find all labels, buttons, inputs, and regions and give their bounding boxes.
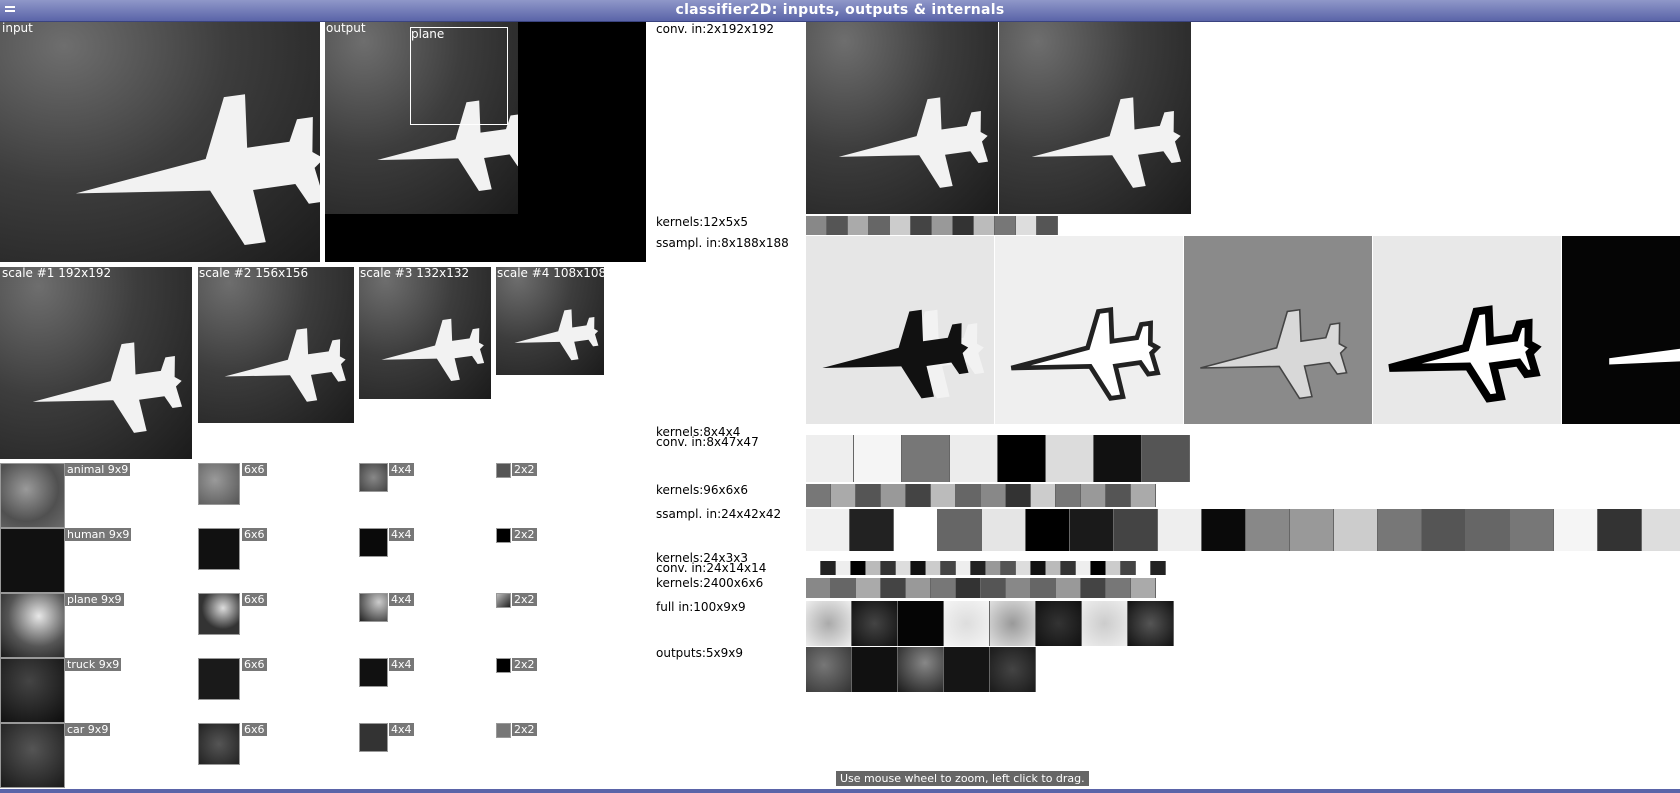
- status-hint: Use mouse wheel to zoom, left click to d…: [836, 771, 1089, 786]
- ssampl1-map-2: [995, 236, 1183, 424]
- ssampl1-map-4: [1373, 236, 1561, 424]
- kernels5-strip: [806, 578, 1156, 598]
- full-strip: [806, 601, 1174, 646]
- input-image[interactable]: [0, 22, 320, 262]
- kernels1-label: kernels:12x5x5: [656, 215, 748, 229]
- truck-map-label: truck 9x9: [65, 658, 122, 671]
- car-map-s3-label: 4x4: [389, 723, 414, 736]
- ssampl1-map-1: [806, 236, 994, 424]
- plane-map-s1: [0, 593, 65, 658]
- outputs-label: outputs:5x9x9: [656, 646, 743, 660]
- kernels5-label: kernels:2400x6x6: [656, 576, 764, 590]
- ssampl1-map-3: [1184, 236, 1372, 424]
- truck-map-s2: [198, 658, 240, 700]
- human-map-s4: [496, 528, 511, 543]
- scale-4-label: scale #4 108x108: [497, 266, 607, 280]
- plane-map-s4: [496, 593, 511, 608]
- plane-map-s2: [198, 593, 240, 635]
- human-map-s2-label: 6x6: [242, 528, 267, 541]
- bottom-bar: [0, 789, 1680, 793]
- human-map-label: human 9x9: [65, 528, 132, 541]
- human-map-s4-label: 2x2: [512, 528, 537, 541]
- truck-map-s1: [0, 658, 65, 723]
- window-title: classifier2D: inputs, outputs & internal…: [675, 2, 1005, 18]
- scale-2-image[interactable]: [198, 267, 354, 423]
- animal-map-s4-label: 2x2: [512, 463, 537, 476]
- detection-box[interactable]: [410, 27, 508, 125]
- animal-map-s3-label: 4x4: [389, 463, 414, 476]
- car-map-s2-label: 6x6: [242, 723, 267, 736]
- scale-1-image[interactable]: [0, 267, 192, 459]
- human-map-s3-label: 4x4: [389, 528, 414, 541]
- animal-map-s2: [198, 463, 240, 505]
- conv2-label: conv. in:8x47x47: [656, 435, 759, 449]
- animal-map-s1: [0, 463, 65, 528]
- conv1-input-1[interactable]: [806, 22, 998, 214]
- animal-map-s3: [359, 463, 388, 492]
- conv1-label: conv. in:2x192x192: [656, 22, 774, 36]
- animal-map-s2-label: 6x6: [242, 463, 267, 476]
- output-label: output: [326, 21, 366, 35]
- scale-1-label: scale #1 192x192: [2, 266, 112, 280]
- truck-map-s3: [359, 658, 388, 687]
- kernels3-strip: [806, 484, 1156, 507]
- scale-3-label: scale #3 132x132: [360, 266, 470, 280]
- truck-map-s3-label: 4x4: [389, 658, 414, 671]
- conv2-strip: [806, 435, 1190, 482]
- car-map-s4-label: 2x2: [512, 723, 537, 736]
- kernels3-label: kernels:96x6x6: [656, 483, 748, 497]
- conv3-label: conv. in:24x14x14: [656, 561, 767, 575]
- truck-map-s4: [496, 658, 511, 673]
- plane-map-s3: [359, 593, 388, 622]
- car-map-label: car 9x9: [65, 723, 111, 736]
- ssampl1-label: ssampl. in:8x188x188: [656, 236, 789, 250]
- kernels4-strip: [806, 561, 1166, 575]
- detection-label: plane: [411, 27, 445, 41]
- truck-map-s4-label: 2x2: [512, 658, 537, 671]
- scale-4-image[interactable]: [496, 267, 604, 375]
- ssampl1-map-5: [1562, 236, 1680, 424]
- truck-map-s2-label: 6x6: [242, 658, 267, 671]
- input-label: input: [2, 21, 33, 35]
- car-map-s1: [0, 723, 65, 788]
- title-bar[interactable]: classifier2D: inputs, outputs & internal…: [0, 0, 1680, 22]
- animal-map-label: animal 9x9: [65, 463, 131, 476]
- conv1-input-2[interactable]: [999, 22, 1191, 214]
- ssampl2-strip: [806, 509, 1680, 551]
- human-map-s1: [0, 528, 65, 593]
- kernels1-strip: [806, 216, 1058, 235]
- scale-2-label: scale #2 156x156: [199, 266, 309, 280]
- plane-map-s4-label: 2x2: [512, 593, 537, 606]
- animal-map-s4: [496, 463, 511, 478]
- human-map-s2: [198, 528, 240, 570]
- outputs-strip: [806, 647, 1036, 692]
- plane-map-s3-label: 4x4: [389, 593, 414, 606]
- plane-map-s2-label: 6x6: [242, 593, 267, 606]
- car-map-s2: [198, 723, 240, 765]
- car-map-s4: [496, 723, 511, 738]
- scale-3-image[interactable]: [359, 267, 491, 399]
- full-label: full in:100x9x9: [656, 600, 746, 614]
- plane-map-label: plane 9x9: [65, 593, 124, 606]
- ssampl2-label: ssampl. in:24x42x42: [656, 507, 782, 521]
- car-map-s3: [359, 723, 388, 752]
- human-map-s3: [359, 528, 388, 557]
